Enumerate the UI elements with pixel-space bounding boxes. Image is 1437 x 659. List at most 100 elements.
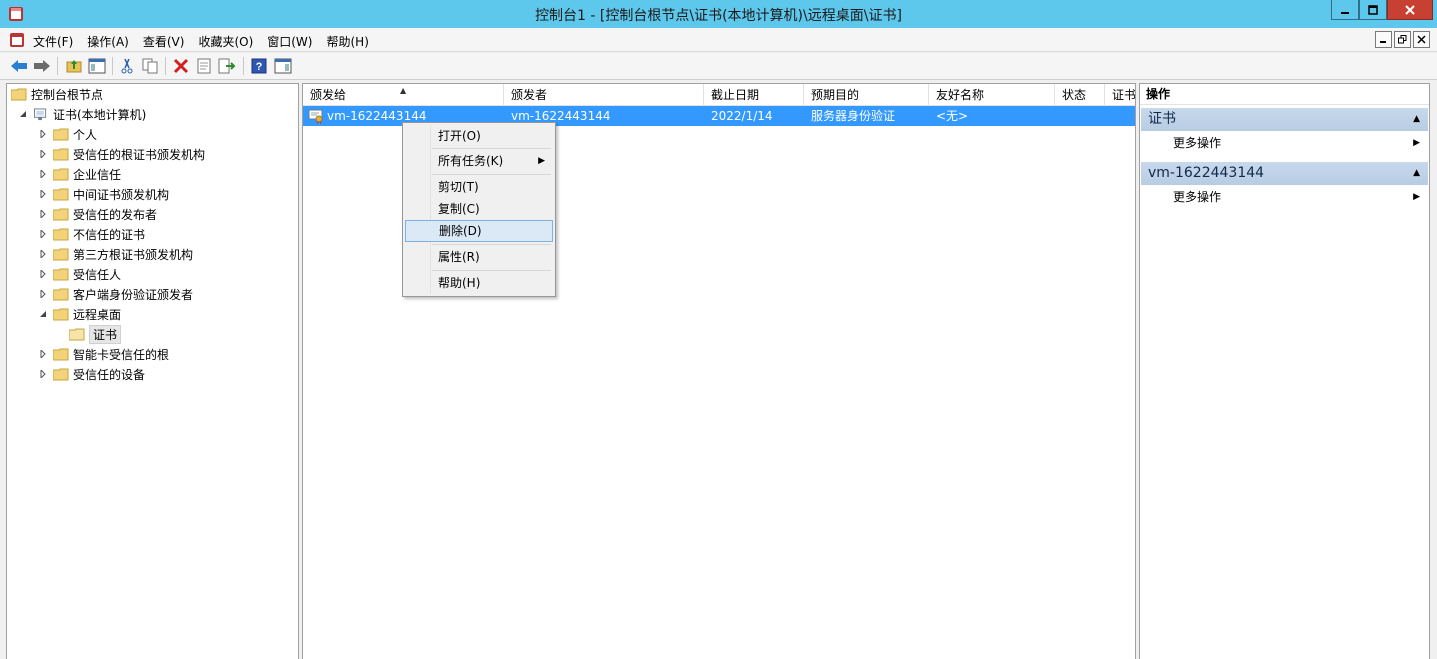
context-menu-open[interactable]: 打开(O) bbox=[405, 125, 553, 147]
collapsed-triangle-icon[interactable] bbox=[37, 268, 49, 280]
tree-node-untrusted[interactable]: 不信任的证书 bbox=[37, 224, 145, 244]
help-button[interactable]: ? bbox=[249, 56, 269, 76]
show-hide-tree-button[interactable] bbox=[87, 56, 107, 76]
toolbar: ? bbox=[0, 53, 1437, 80]
menu-action[interactable]: 操作(A) bbox=[80, 32, 136, 51]
maximize-button[interactable] bbox=[1359, 0, 1387, 20]
close-icon bbox=[1417, 35, 1426, 44]
back-arrow-icon bbox=[11, 60, 27, 72]
menu-favorites[interactable]: 收藏夹(O) bbox=[191, 32, 260, 51]
tree-node-trusted-people[interactable]: 受信任人 bbox=[37, 264, 121, 284]
up-one-level-button[interactable] bbox=[64, 56, 84, 76]
properties-button[interactable] bbox=[194, 56, 214, 76]
child-close-button[interactable] bbox=[1413, 31, 1430, 48]
context-menu-copy[interactable]: 复制(C) bbox=[405, 198, 553, 220]
expanded-triangle-icon[interactable] bbox=[37, 308, 49, 320]
tree-label: 第三方根证书颁发机构 bbox=[73, 247, 194, 262]
submenu-arrow-icon: ▶ bbox=[1413, 138, 1420, 148]
tree-node-personal[interactable]: 个人 bbox=[37, 124, 97, 144]
collapsed-triangle-icon[interactable] bbox=[37, 348, 49, 360]
column-header-expiry[interactable]: 截止日期 bbox=[704, 84, 804, 106]
collapsed-triangle-icon[interactable] bbox=[37, 288, 49, 300]
tree-label: 证书 bbox=[89, 324, 122, 344]
tree-label: 远程桌面 bbox=[73, 307, 122, 322]
tree-node-remote-desktop[interactable]: 远程桌面 bbox=[37, 304, 121, 324]
menu-window[interactable]: 窗口(W) bbox=[260, 32, 319, 51]
collapsed-triangle-icon[interactable] bbox=[37, 168, 49, 180]
collapsed-triangle-icon[interactable] bbox=[37, 128, 49, 140]
forward-button[interactable] bbox=[32, 56, 52, 76]
tree-label: 企业信任 bbox=[73, 167, 122, 182]
context-menu-cut[interactable]: 剪切(T) bbox=[405, 176, 553, 198]
collapsed-triangle-icon[interactable] bbox=[37, 208, 49, 220]
close-button[interactable] bbox=[1387, 0, 1433, 20]
menu-file[interactable]: 文件(F) bbox=[26, 32, 80, 51]
console-tree: 控制台根节点 证书(本地计算机) 个人 受信任的根证书颁发机构 企业信任 中间证… bbox=[6, 83, 299, 659]
tree-node-console-root[interactable]: 控制台根节点 bbox=[11, 84, 103, 104]
tree-node-smart-card-root[interactable]: 智能卡受信任的根 bbox=[37, 344, 169, 364]
cut-icon bbox=[121, 58, 133, 74]
actions-section-certificates[interactable]: 证书 ▲ bbox=[1141, 108, 1428, 131]
title-bar[interactable]: 控制台1 - [控制台根节点\证书(本地计算机)\远程桌面\证书] bbox=[0, 0, 1437, 28]
actions-section-selected-cert[interactable]: vm-1622443144 ▲ bbox=[1141, 162, 1428, 185]
folder-icon bbox=[53, 228, 69, 240]
tree-label: 受信任的设备 bbox=[73, 367, 146, 382]
tree-label: 中间证书颁发机构 bbox=[73, 187, 170, 202]
expanded-triangle-icon[interactable] bbox=[17, 108, 29, 120]
folder-icon bbox=[53, 128, 69, 140]
cut-button[interactable] bbox=[117, 56, 137, 76]
menu-view[interactable]: 查看(V) bbox=[136, 32, 192, 51]
tree-label: 控制台根节点 bbox=[31, 87, 104, 102]
collapse-up-icon[interactable]: ▲ bbox=[1413, 108, 1420, 131]
tree-label: 智能卡受信任的根 bbox=[73, 347, 170, 362]
context-menu-delete[interactable]: 删除(D) bbox=[405, 220, 553, 242]
child-restore-button[interactable] bbox=[1394, 31, 1411, 48]
show-hide-action-pane-button[interactable] bbox=[273, 56, 293, 76]
collapsed-triangle-icon[interactable] bbox=[37, 148, 49, 160]
collapsed-triangle-icon[interactable] bbox=[37, 248, 49, 260]
restore-icon bbox=[1398, 35, 1407, 44]
tree-node-trusted-publishers[interactable]: 受信任的发布者 bbox=[37, 204, 157, 224]
column-header-issued-by[interactable]: 颁发者 bbox=[504, 84, 704, 106]
collapsed-triangle-icon[interactable] bbox=[37, 188, 49, 200]
collapsed-triangle-icon[interactable] bbox=[37, 368, 49, 380]
forward-arrow-icon bbox=[34, 60, 50, 72]
tree-node-certificates-local[interactable]: 证书(本地计算机) bbox=[17, 104, 146, 124]
tree-label: 证书(本地计算机) bbox=[53, 107, 147, 122]
column-header-status[interactable]: 状态 bbox=[1055, 84, 1105, 106]
tree-node-third-party-root[interactable]: 第三方根证书颁发机构 bbox=[37, 244, 193, 264]
tree-node-enterprise-trust[interactable]: 企业信任 bbox=[37, 164, 121, 184]
tree-node-trusted-devices[interactable]: 受信任的设备 bbox=[37, 364, 145, 384]
submenu-arrow-icon: ▶ bbox=[1413, 192, 1420, 202]
column-header-purpose[interactable]: 预期目的 bbox=[804, 84, 929, 106]
tree-label: 客户端身份验证颁发者 bbox=[73, 287, 194, 302]
tree-node-client-auth-issuers[interactable]: 客户端身份验证颁发者 bbox=[37, 284, 193, 304]
show-hide-tree-icon bbox=[88, 58, 106, 74]
certificate-store-icon bbox=[34, 107, 47, 120]
export-list-button[interactable] bbox=[217, 56, 237, 76]
column-header-friendly-name[interactable]: 友好名称 bbox=[929, 84, 1055, 106]
column-header-certificate[interactable]: 证书 bbox=[1105, 84, 1135, 106]
show-hide-action-pane-icon bbox=[274, 58, 292, 74]
actions-more-actions-selected-cert[interactable]: 更多操作 ▶ bbox=[1141, 187, 1428, 207]
folder-icon bbox=[53, 208, 69, 220]
collapsed-triangle-icon[interactable] bbox=[37, 228, 49, 240]
actions-more-actions-certificates[interactable]: 更多操作 ▶ bbox=[1141, 133, 1428, 153]
collapse-up-icon[interactable]: ▲ bbox=[1413, 162, 1420, 185]
context-menu-properties[interactable]: 属性(R) bbox=[405, 246, 553, 268]
back-button[interactable] bbox=[9, 56, 29, 76]
child-minimize-button[interactable] bbox=[1375, 31, 1392, 48]
copy-button[interactable] bbox=[140, 56, 160, 76]
tree-node-trusted-root[interactable]: 受信任的根证书颁发机构 bbox=[37, 144, 205, 164]
context-menu: 打开(O) 所有任务(K) ▶ 剪切(T) 复制(C) 删除(D) 属性(R) 帮… bbox=[402, 122, 556, 297]
delete-button[interactable] bbox=[171, 56, 191, 76]
tree-node-remote-desktop-certificates[interactable]: 证书 bbox=[69, 324, 122, 344]
folder-icon bbox=[53, 308, 69, 320]
context-menu-all-tasks[interactable]: 所有任务(K) ▶ bbox=[405, 150, 553, 172]
context-menu-help[interactable]: 帮助(H) bbox=[405, 272, 553, 294]
tree-node-intermediate-ca[interactable]: 中间证书颁发机构 bbox=[37, 184, 169, 204]
minimize-button[interactable] bbox=[1331, 0, 1359, 20]
folder-icon bbox=[53, 148, 69, 160]
console-system-icon[interactable] bbox=[8, 31, 26, 49]
menu-help[interactable]: 帮助(H) bbox=[319, 32, 375, 51]
